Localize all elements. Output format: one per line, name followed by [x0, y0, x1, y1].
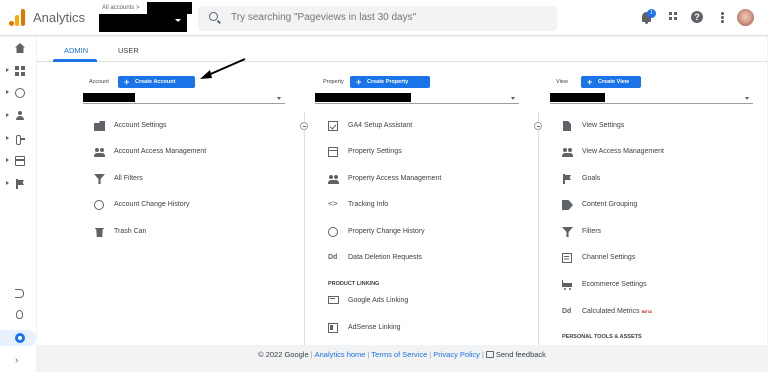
lightbulb-icon — [16, 310, 23, 319]
left-nav-rail: › — [0, 37, 36, 372]
nav-acquisition[interactable] — [0, 131, 36, 147]
view-column-label: View — [556, 79, 568, 85]
people-icon — [328, 174, 339, 184]
chevron-down-icon[interactable] — [277, 97, 281, 100]
product-linking-heading: PRODUCT LINKING — [328, 281, 380, 287]
chevron-down-icon[interactable] — [511, 97, 515, 100]
nav-discover[interactable] — [0, 307, 36, 323]
chevron-down-icon[interactable] — [745, 97, 749, 100]
personal-tools-heading: PERSONAL TOOLS & ASSETS — [562, 334, 642, 340]
calculated-metrics-label: Calculated Metrics — [582, 308, 640, 315]
account-breadcrumb[interactable]: All accounts > — [102, 5, 140, 11]
top-bar: Analytics All accounts > 1 — [0, 0, 768, 36]
channel-icon — [562, 253, 572, 263]
nav-realtime[interactable] — [0, 85, 36, 101]
acquisition-icon — [15, 134, 25, 145]
collapse-column-icon[interactable] — [300, 122, 308, 130]
account-select[interactable] — [83, 103, 285, 104]
history-icon — [328, 227, 338, 237]
adsense-icon — [328, 323, 338, 333]
search-bar[interactable] — [198, 6, 557, 31]
search-icon — [209, 12, 218, 21]
code-icon: <> — [328, 199, 338, 208]
calculated-metrics-icon: Dd — [562, 308, 572, 315]
tab-user[interactable]: USER — [118, 46, 139, 55]
privacy-policy-link[interactable]: Privacy Policy — [433, 350, 480, 359]
cart-icon — [562, 280, 572, 290]
clock-icon — [15, 88, 25, 98]
window-icon — [328, 147, 338, 157]
collapse-column-icon[interactable] — [534, 122, 542, 130]
redacted-account-selection — [83, 93, 135, 102]
document-icon — [563, 121, 571, 131]
apps-grid-icon[interactable] — [668, 11, 682, 25]
footer: © 2022 Google | Analytics home | Terms of Se… — [258, 350, 546, 359]
attribution-icon — [15, 288, 25, 298]
create-view-button[interactable]: Create View — [581, 76, 641, 88]
active-tab-indicator — [53, 59, 97, 62]
flag-icon — [562, 174, 573, 184]
checkbox-icon — [328, 121, 338, 131]
notification-badge: 1 — [647, 9, 656, 18]
nav-behavior[interactable] — [0, 153, 36, 169]
history-icon — [94, 200, 104, 210]
dashboard-icon — [15, 66, 25, 76]
account-selector[interactable] — [99, 14, 187, 32]
behavior-icon — [15, 156, 25, 166]
nav-conversions[interactable] — [0, 176, 36, 192]
data-deletion-icon: Dd — [328, 254, 338, 261]
column-divider — [538, 112, 539, 345]
terms-of-service-link[interactable]: Terms of Service — [371, 350, 427, 359]
filter-icon — [94, 174, 105, 184]
nav-audience[interactable] — [0, 108, 36, 124]
analytics-home-link[interactable]: Analytics home — [315, 350, 366, 359]
google-ads-icon — [328, 296, 339, 304]
people-icon — [94, 147, 105, 157]
tab-bar: ADMIN USER — [37, 37, 767, 62]
tag-icon — [562, 200, 573, 210]
view-select[interactable] — [550, 103, 753, 104]
gear-icon — [15, 333, 25, 343]
home-icon — [15, 43, 25, 53]
flag-icon — [15, 179, 25, 189]
account-column-label: Account — [89, 79, 109, 85]
search-input[interactable] — [231, 12, 531, 23]
send-feedback-link[interactable]: Send feedback — [496, 350, 546, 359]
person-icon — [15, 111, 25, 121]
beta-badge: BETA — [641, 309, 653, 314]
create-account-button[interactable]: Create Account — [118, 76, 195, 88]
nav-customization[interactable] — [0, 63, 36, 79]
feedback-icon — [485, 351, 494, 358]
column-divider — [304, 112, 305, 345]
people-icon — [562, 147, 573, 157]
chevron-down-icon[interactable] — [175, 19, 181, 22]
help-icon[interactable] — [691, 11, 705, 25]
redacted-account-name — [147, 2, 192, 14]
nav-home[interactable] — [0, 40, 36, 56]
admin-panel: ADMIN USER Account Create Account Proper… — [37, 37, 767, 345]
trash-icon — [95, 228, 104, 237]
property-column-label: Property — [323, 79, 344, 85]
redacted-property-selection — [315, 93, 411, 102]
redacted-view-selection — [550, 93, 605, 102]
tab-admin[interactable]: ADMIN — [64, 46, 88, 55]
copyright-text: © 2022 Google — [258, 350, 309, 359]
building-icon — [94, 121, 105, 131]
nav-admin[interactable] — [0, 330, 36, 346]
annotation-arrow-icon — [200, 58, 246, 79]
filter-icon — [562, 227, 573, 237]
property-select[interactable] — [315, 103, 519, 104]
analytics-logo-icon[interactable] — [9, 9, 25, 26]
create-property-button[interactable]: Create Property — [350, 76, 430, 88]
app-title: Analytics — [33, 10, 86, 25]
nav-attribution[interactable] — [0, 285, 36, 301]
more-options-icon[interactable] — [716, 11, 730, 25]
avatar[interactable] — [737, 9, 754, 26]
